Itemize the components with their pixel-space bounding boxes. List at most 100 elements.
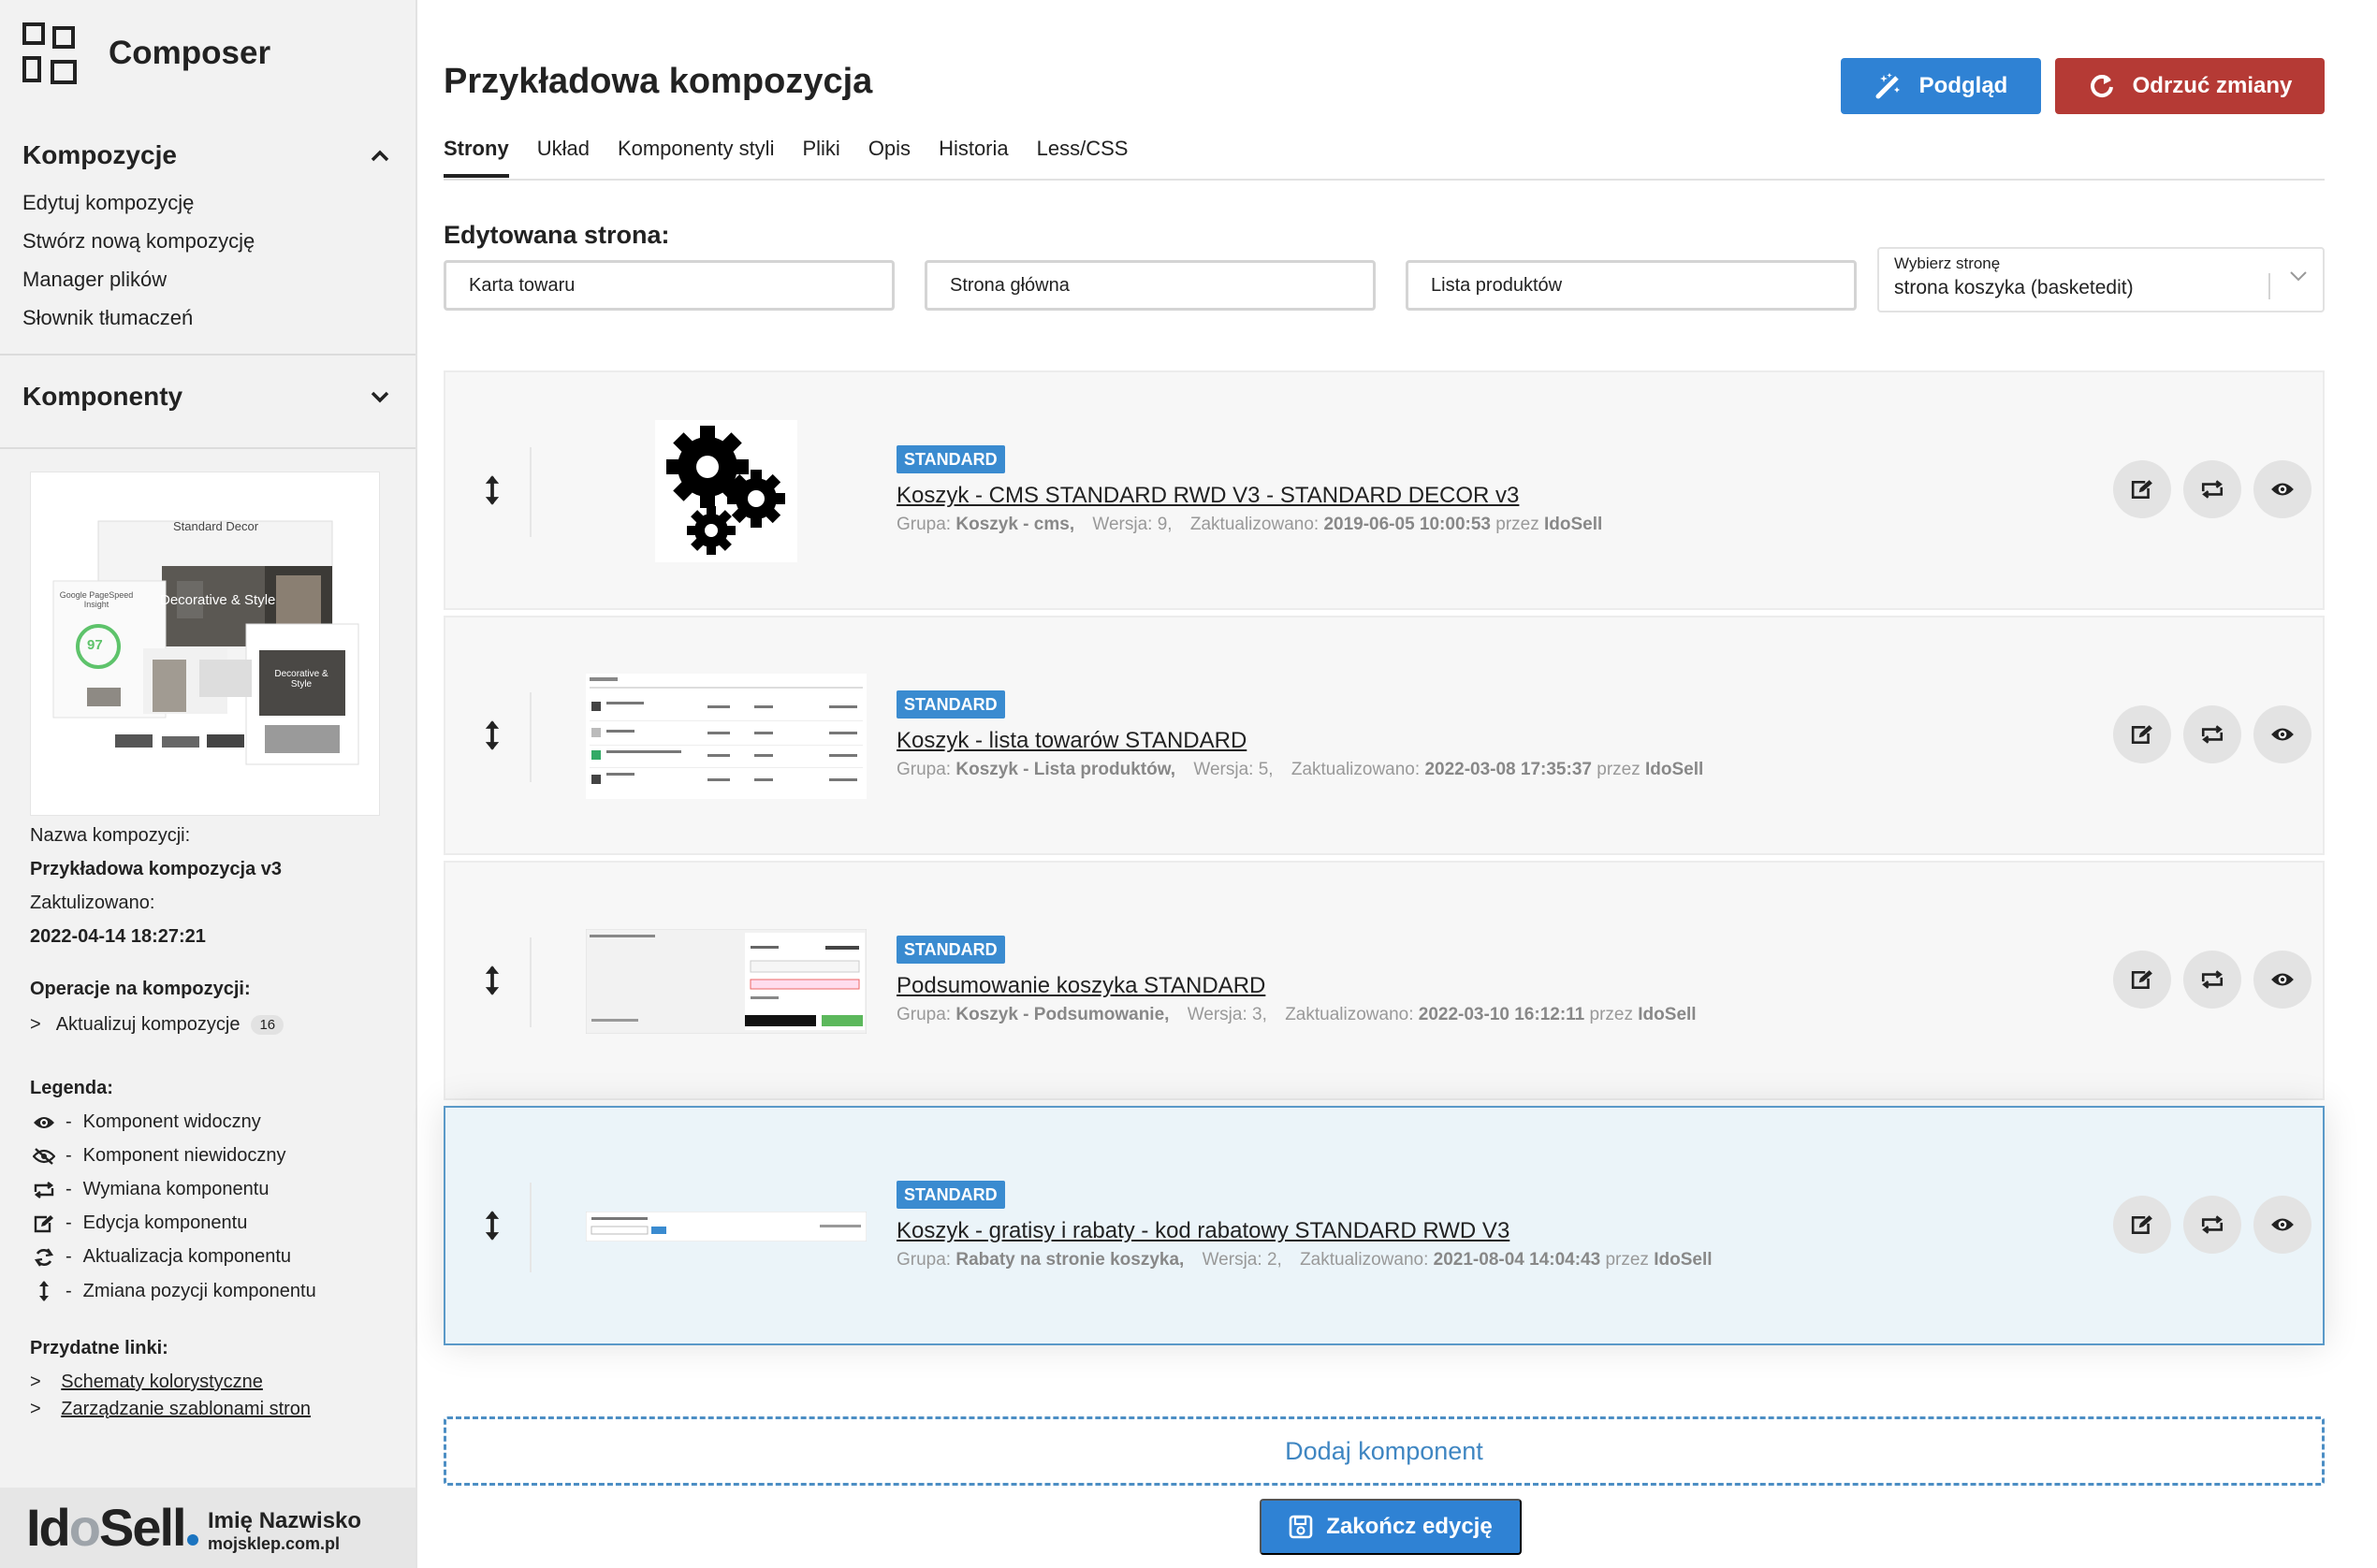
visibility-button[interactable]: [2253, 705, 2311, 763]
save-icon: [1289, 1515, 1313, 1539]
standard-badge: STANDARD: [897, 445, 1005, 473]
menu-item-edit-composition[interactable]: Edytuj kompozycję: [22, 183, 255, 222]
swap-icon: [2201, 970, 2224, 989]
move-icon[interactable]: [483, 473, 502, 507]
sidebar: Composer Kompozycje Edytuj kompozycję St…: [0, 0, 417, 1568]
user-name: Imię Nazwisko: [208, 1508, 362, 1533]
logo-dot: [186, 1534, 198, 1546]
swap-icon: [2201, 1215, 2224, 1234]
legend-title: Legenda:: [30, 1078, 113, 1098]
move-icon[interactable]: [483, 1209, 502, 1242]
meta-updated-label: Zaktualizowano:: [1285, 1005, 1414, 1024]
tab-description[interactable]: Opis: [868, 137, 911, 178]
tab-files[interactable]: Pliki: [802, 137, 839, 178]
update-composition-link[interactable]: > Aktualizuj kompozycje 16: [30, 1014, 284, 1036]
thumb-score-label: Google PageSpeed Insight: [59, 590, 134, 609]
thumb-side: Decorative & Style: [274, 669, 328, 690]
menu-item-new-composition[interactable]: Stwórz nową kompozycję: [22, 222, 255, 260]
tab-history[interactable]: Historia: [939, 137, 1009, 178]
link-prefix: >: [30, 1399, 41, 1419]
magic-wand-icon: [1875, 73, 1900, 99]
edit-button[interactable]: [2113, 460, 2171, 518]
tab-pages[interactable]: Strony: [444, 137, 509, 178]
preview-button[interactable]: Podgląd: [1841, 58, 2041, 114]
meta-by-label: przez: [1605, 1250, 1649, 1270]
meta-updated-value: 2022-03-08 17:35:37: [1424, 760, 1592, 779]
link-color-schemes[interactable]: Schematy kolorystyczne: [61, 1372, 263, 1392]
user-bar[interactable]: IdoSell Imię Nazwisko mojsklep.com.pl: [0, 1488, 416, 1568]
visibility-button[interactable]: [2253, 1196, 2311, 1254]
meta-group-value: Koszyk - Lista produktów,: [955, 760, 1176, 779]
legend-item-hidden: - Komponent niewidoczny: [30, 1145, 285, 1167]
thumb-title: Standard Decor: [173, 519, 259, 533]
meta-updated-label: Zaktualizowano:: [1291, 760, 1421, 779]
page-option-product-list[interactable]: Lista produktów: [1406, 260, 1857, 311]
page-select[interactable]: Wybierz stronę strona koszyka (basketedi…: [1877, 247, 2325, 312]
menu-item-file-manager[interactable]: Manager plików: [22, 260, 255, 298]
edit-button[interactable]: [2113, 1196, 2171, 1254]
meta-author-value: IdoSell: [1654, 1250, 1713, 1270]
tab-style-components[interactable]: Komponenty styli: [618, 137, 775, 178]
component-name-link[interactable]: Koszyk - CMS STANDARD RWD V3 - STANDARD …: [897, 483, 1519, 509]
gears-icon: [655, 420, 797, 562]
meta-author-value: IdoSell: [1638, 1005, 1697, 1024]
legend-item-edit: - Edycja komponentu: [30, 1212, 247, 1234]
page-option-home[interactable]: Strona główna: [925, 260, 1376, 311]
compositions-section-header[interactable]: Kompozycje: [22, 140, 389, 170]
swap-button[interactable]: [2183, 460, 2241, 518]
composer-logo-icon: [22, 22, 79, 84]
move-icon: [30, 1280, 58, 1302]
visibility-button[interactable]: [2253, 460, 2311, 518]
brand[interactable]: Composer: [22, 22, 270, 84]
page-option-product-card[interactable]: Karta towaru: [444, 260, 895, 311]
meta-author-value: IdoSell: [1544, 515, 1603, 534]
menu-item-translation-dictionary[interactable]: Słownik tłumaczeń: [22, 298, 255, 337]
eye-icon: [2271, 1218, 2294, 1231]
legend-dash: -: [66, 1145, 72, 1166]
link-page-templates[interactable]: Zarządzanie szablonami stron: [61, 1399, 311, 1419]
legend-item-move: - Zmiana pozycji komponentu: [30, 1280, 316, 1302]
components-section-header[interactable]: Komponenty: [22, 382, 389, 412]
edit-button[interactable]: [2113, 705, 2171, 763]
tab-less-css[interactable]: Less/CSS: [1037, 137, 1129, 178]
add-component-button[interactable]: Dodaj komponent: [444, 1416, 2325, 1486]
logo-part: Id: [26, 1498, 71, 1557]
eye-slash-icon: [30, 1147, 58, 1165]
component-meta: Grupa: Rabaty na stronie koszyka, Wersja…: [897, 1250, 1713, 1270]
standard-badge: STANDARD: [897, 936, 1005, 964]
useful-link-row: > Zarządzanie szablonami stron: [30, 1399, 311, 1420]
logo-part: o: [68, 1498, 101, 1557]
edit-button[interactable]: [2113, 951, 2171, 1009]
update-count-badge: 16: [251, 1015, 284, 1035]
meta-version-label: Wersja:: [1092, 515, 1153, 534]
composition-name-label: Nazwa kompozycji:: [30, 825, 191, 846]
swap-button[interactable]: [2183, 951, 2241, 1009]
component-row: STANDARD Koszyk - CMS STANDARD RWD V3 - …: [444, 370, 2325, 610]
component-meta: Grupa: Koszyk - Podsumowanie, Wersja: 3,…: [897, 1005, 1697, 1025]
component-row: STANDARD Podsumowanie koszyka STANDARD G…: [444, 861, 2325, 1100]
meta-by-label: przez: [1495, 515, 1539, 534]
swap-button[interactable]: [2183, 1196, 2241, 1254]
compositions-section-title: Kompozycje: [22, 140, 177, 169]
meta-group-value: Koszyk - cms,: [955, 515, 1075, 534]
component-meta: Grupa: Koszyk - Lista produktów, Wersja:…: [897, 760, 1703, 780]
composition-name-value: Przykładowa kompozycja v3: [30, 859, 283, 879]
tab-layout[interactable]: Układ: [537, 137, 590, 178]
move-icon[interactable]: [483, 964, 502, 997]
legend-label: Komponent niewidoczny: [82, 1145, 286, 1166]
chevron-down-icon: [2290, 271, 2307, 282]
component-name-link[interactable]: Koszyk - lista towarów STANDARD: [897, 728, 1247, 754]
legend-dash: -: [66, 1246, 72, 1267]
meta-group-label: Grupa:: [897, 1005, 952, 1024]
components-section-title: Komponenty: [22, 382, 183, 411]
swap-icon: [2201, 725, 2224, 744]
swap-button[interactable]: [2183, 705, 2241, 763]
finish-edit-button[interactable]: Zakończ edycję: [1260, 1499, 1522, 1555]
component-name-link[interactable]: Koszyk - gratisy i rabaty - kod rabatowy…: [897, 1218, 1509, 1244]
discard-changes-button[interactable]: Odrzuć zmiany: [2055, 58, 2325, 114]
legend-dash: -: [66, 1179, 72, 1199]
compositions-menu: Edytuj kompozycję Stwórz nową kompozycję…: [22, 183, 255, 337]
visibility-button[interactable]: [2253, 951, 2311, 1009]
component-name-link[interactable]: Podsumowanie koszyka STANDARD: [897, 973, 1265, 999]
move-icon[interactable]: [483, 719, 502, 752]
